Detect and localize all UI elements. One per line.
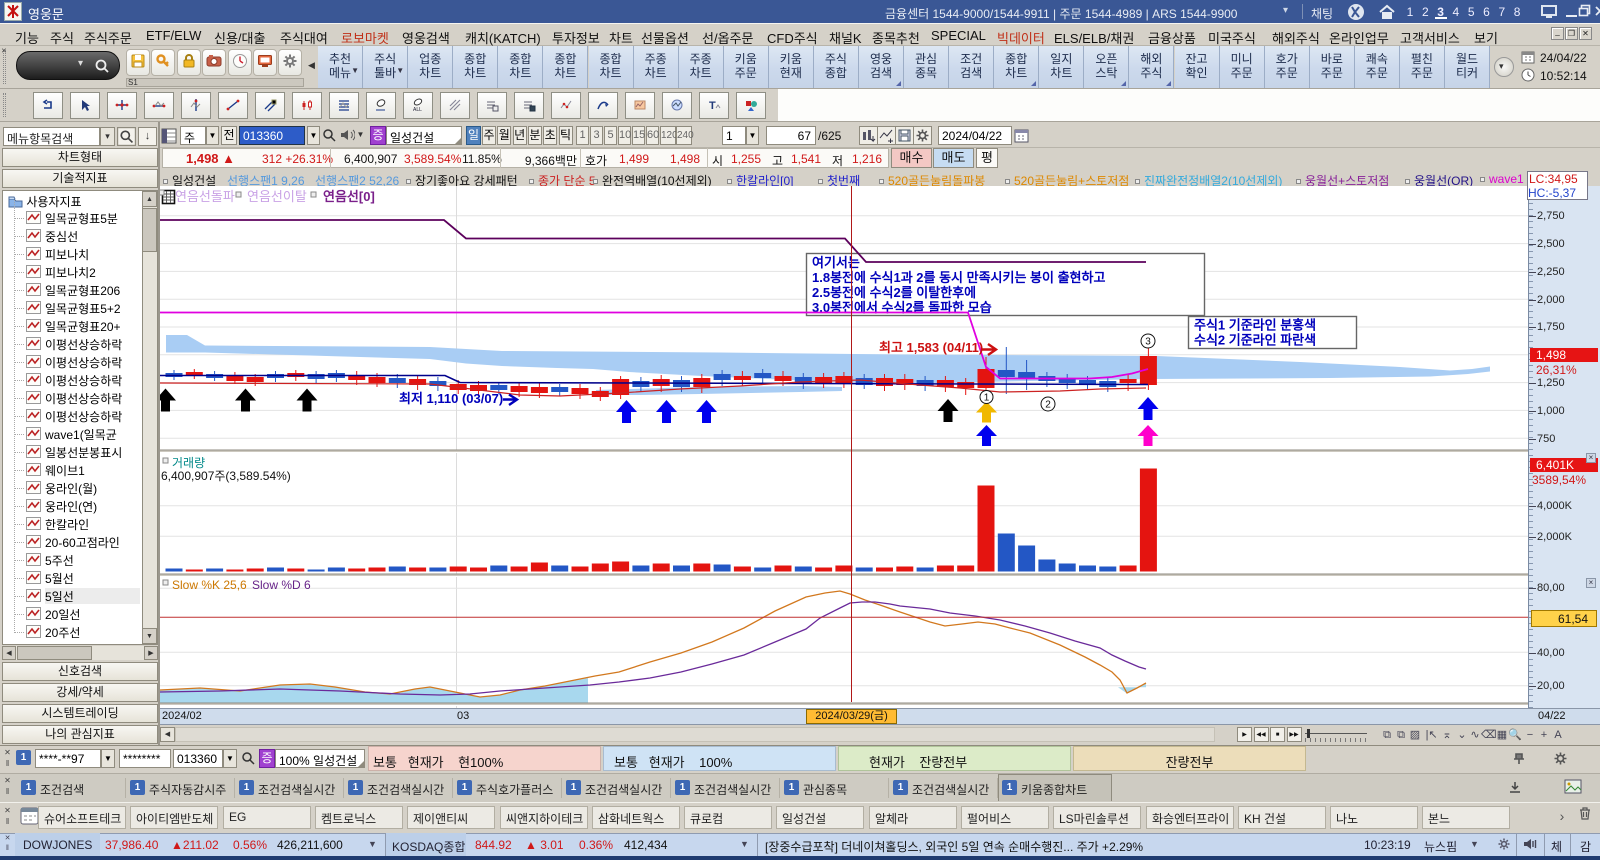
svg-text:Slow %D 6: Slow %D 6 xyxy=(252,578,311,592)
svg-text:3: 3 xyxy=(1145,337,1151,348)
svg-text:최고 1,583 (04/11): 최고 1,583 (04/11) xyxy=(879,340,983,355)
svg-text:최저 1,110 (03/07): 최저 1,110 (03/07) xyxy=(399,391,503,406)
svg-text:연음선[0]: 연음선[0] xyxy=(323,189,375,204)
svg-text:1.8봉전에 수식1과 2를 동시 만족시키는 봉: 1.8봉전에 수식1과 2를 동시 만족시키는 봉이 출현하고 xyxy=(812,270,1105,285)
svg-text:2.5봉전에 수식2를 이탈한후에: 2.5봉전에 수식2를 이탈한후에 xyxy=(812,285,976,300)
svg-text:연음선이탈: 연음선이탈 xyxy=(247,189,307,204)
svg-text:여기서는: 여기서는 xyxy=(812,255,860,270)
svg-text:연음선돌파: 연음선돌파 xyxy=(175,189,235,204)
svg-text:주식1 기준라인 분홍색: 주식1 기준라인 분홍색 xyxy=(1194,318,1316,333)
svg-text:거래량: 거래량 xyxy=(172,456,205,470)
svg-text:1: 1 xyxy=(984,393,990,404)
svg-text:2: 2 xyxy=(1045,400,1051,411)
svg-text:ALL: ALL xyxy=(413,107,422,112)
svg-text:수식2 기준라인 파란색: 수식2 기준라인 파란색 xyxy=(1194,333,1316,348)
svg-text:6,400,907주(3,589.54%): 6,400,907주(3,589.54%) xyxy=(161,469,291,483)
svg-text:Slow %K 25,6: Slow %K 25,6 xyxy=(172,578,247,592)
svg-text:T: T xyxy=(709,100,716,112)
